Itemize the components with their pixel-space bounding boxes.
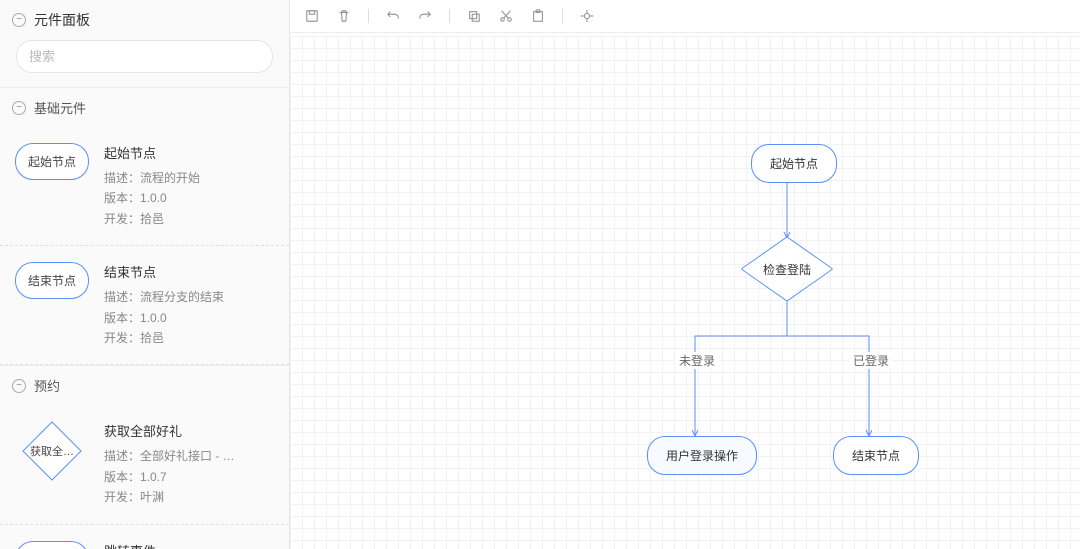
copy-icon[interactable]: [466, 8, 482, 24]
undo-icon[interactable]: [385, 8, 401, 24]
edge-label-logged[interactable]: 已登录: [849, 352, 893, 369]
canvas-area: 未登录 已登录 起始节点 检查登陆 用户登录操作 结束节点: [290, 0, 1080, 549]
component-desc: 描述：流程的开始: [104, 168, 277, 188]
component-meta: 跳转事件 描述：跳转方法 版本：1.0.3 开发：叶渊: [92, 541, 277, 549]
section-header-reserve[interactable]: − 预约: [0, 365, 289, 405]
component-desc: 描述：流程分支的结束: [104, 287, 277, 307]
search-wrap: [0, 40, 289, 87]
panel-title: 元件面板: [34, 10, 90, 30]
component-title: 起始节点: [104, 143, 277, 162]
flow-canvas[interactable]: 未登录 已登录 起始节点 检查登陆 用户登录操作 结束节点: [290, 36, 1080, 549]
rounded-node-icon: 跳转事件: [15, 541, 89, 549]
component-item[interactable]: 结束节点 结束节点 描述：流程分支的结束 版本：1.0.0 开发：拾邑: [0, 246, 289, 365]
toolbar-separator: [368, 9, 369, 23]
component-item[interactable]: 获取全… 获取全部好礼 描述：全部好礼接口 - … 版本：1.0.7 开发：叶渊: [0, 405, 289, 524]
node-end[interactable]: 结束节点: [833, 436, 919, 475]
paste-icon[interactable]: [530, 8, 546, 24]
search-input[interactable]: [16, 40, 273, 73]
delete-icon[interactable]: [336, 8, 352, 24]
component-panel: − 元件面板 − 基础元件 起始节点 起始节点 描述：流程的开始 版本：1.0.…: [0, 0, 290, 549]
collapse-icon[interactable]: −: [12, 379, 26, 393]
component-shape[interactable]: 跳转事件: [12, 541, 92, 549]
rounded-node-icon: 结束节点: [15, 262, 89, 299]
toolbar-separator: [562, 9, 563, 23]
section-header-basic[interactable]: − 基础元件: [0, 87, 289, 127]
toolbar: [290, 0, 1080, 33]
component-title: 结束节点: [104, 262, 277, 281]
component-desc: 描述：全部好礼接口 - …: [104, 446, 277, 466]
component-title: 跳转事件: [104, 541, 277, 549]
edge-label-not-logged[interactable]: 未登录: [675, 352, 719, 369]
component-version: 版本：1.0.7: [104, 467, 277, 487]
component-item[interactable]: 跳转事件 跳转事件 描述：跳转方法 版本：1.0.3 开发：叶渊: [0, 525, 289, 549]
redo-icon[interactable]: [417, 8, 433, 24]
component-dev: 开发：叶渊: [104, 487, 277, 507]
component-list-reserve: 获取全… 获取全部好礼 描述：全部好礼接口 - … 版本：1.0.7 开发：叶渊…: [0, 405, 289, 549]
component-dev: 开发：拾邑: [104, 209, 277, 229]
component-item[interactable]: 起始节点 起始节点 描述：流程的开始 版本：1.0.0 开发：拾邑: [0, 127, 289, 246]
component-title: 获取全部好礼: [104, 421, 277, 440]
section-title: 基础元件: [34, 98, 86, 117]
component-dev: 开发：拾邑: [104, 328, 277, 348]
rounded-node-icon: 起始节点: [15, 143, 89, 180]
toolbar-separator: [449, 9, 450, 23]
component-version: 版本：1.0.0: [104, 188, 277, 208]
component-shape[interactable]: 获取全…: [12, 421, 92, 481]
locate-icon[interactable]: [579, 8, 595, 24]
panel-header[interactable]: − 元件面板: [0, 0, 289, 40]
collapse-icon[interactable]: −: [12, 101, 26, 115]
component-meta: 起始节点 描述：流程的开始 版本：1.0.0 开发：拾邑: [92, 143, 277, 229]
save-icon[interactable]: [304, 8, 320, 24]
node-user-login-op[interactable]: 用户登录操作: [647, 436, 757, 475]
component-shape[interactable]: 起始节点: [12, 143, 92, 180]
cut-icon[interactable]: [498, 8, 514, 24]
diamond-node-icon: 获取全…: [22, 421, 82, 481]
component-meta: 结束节点 描述：流程分支的结束 版本：1.0.0 开发：拾邑: [92, 262, 277, 348]
collapse-icon[interactable]: −: [12, 13, 26, 27]
component-list-basic: 起始节点 起始节点 描述：流程的开始 版本：1.0.0 开发：拾邑 结束节点 结…: [0, 127, 289, 365]
component-meta: 获取全部好礼 描述：全部好礼接口 - … 版本：1.0.7 开发：叶渊: [92, 421, 277, 507]
node-check-login[interactable]: 检查登陆: [739, 239, 835, 299]
component-shape[interactable]: 结束节点: [12, 262, 92, 299]
section-title: 预约: [34, 376, 60, 395]
component-version: 版本：1.0.0: [104, 308, 277, 328]
node-start[interactable]: 起始节点: [751, 144, 837, 183]
